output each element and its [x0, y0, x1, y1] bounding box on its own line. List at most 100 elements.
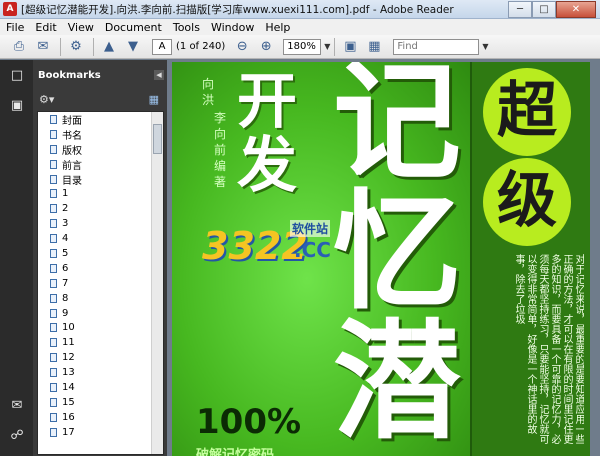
bookmark-item[interactable]: 14 — [38, 380, 163, 395]
cover-side-text: 对于记忆来说，最重要的是要知道应用一些正确的方法，才可以在有限的时间里记住更多的… — [513, 254, 584, 444]
find-dropdown-icon[interactable]: ▼ — [482, 42, 488, 51]
find-input[interactable]: Find — [393, 38, 480, 55]
collapse-panel-icon[interactable]: ◀ — [154, 70, 164, 80]
toolbar-divider — [60, 37, 61, 56]
navigation-strip: □ ▣ ✉ ☍ — [0, 60, 33, 456]
bookmark-item[interactable]: 书名 — [38, 127, 163, 142]
bookmark-item[interactable]: 前言 — [38, 157, 163, 172]
watermark-cn: 软件站 — [290, 220, 331, 237]
menu-bar: File Edit View Document Tools Window Hel… — [0, 19, 600, 35]
bookmark-item[interactable]: 11 — [38, 335, 163, 350]
cover-bottom-text: 破解记忆密码 — [196, 448, 275, 456]
bookmark-item[interactable]: 2 — [38, 201, 163, 216]
zoom-dropdown-icon[interactable]: ▼ — [324, 42, 330, 51]
zoom-level-input[interactable]: 180% — [283, 38, 322, 55]
author-name-2: 李向前编著 — [212, 110, 228, 190]
bookmark-item[interactable]: 1 — [38, 186, 163, 201]
menu-file[interactable]: File — [6, 21, 24, 34]
collaborate-icon[interactable]: ⚙ — [65, 37, 87, 57]
scrollbar-thumb[interactable] — [153, 124, 162, 154]
minimize-button[interactable]: ─ — [508, 0, 532, 18]
page-icon — [50, 263, 57, 273]
window-title: [超级记忆潜能开发].向洪.李向前.扫描版[学习库www.xuexi111.co… — [21, 3, 454, 16]
page-icon — [50, 204, 57, 214]
bookmark-list: 封面 书名 版权 前言 目录 1 2 3 4 5 6 7 8 9 10 11 1… — [37, 111, 164, 455]
bookmark-item[interactable]: 16 — [38, 410, 163, 425]
menu-document[interactable]: Document — [105, 21, 162, 34]
page-icon — [50, 114, 57, 124]
zoom-out-icon[interactable]: ⊖ — [231, 37, 253, 57]
page-icon — [50, 368, 57, 378]
cover-percent: 100% — [196, 402, 302, 442]
author-name-1: 向洪 — [201, 77, 214, 107]
comments-icon[interactable]: ✉ — [9, 398, 25, 414]
document-scrollbar[interactable] — [592, 62, 600, 456]
page-icon — [50, 144, 57, 154]
bookmark-item[interactable]: 10 — [38, 320, 163, 335]
pages-panel-icon[interactable]: □ — [9, 68, 25, 84]
bookmark-item[interactable]: 3 — [38, 216, 163, 231]
circle-chao: 超 — [483, 68, 571, 156]
menu-tools[interactable]: Tools — [173, 21, 200, 34]
expand-bookmark-icon[interactable]: ▦ — [149, 93, 159, 106]
bookmark-item[interactable]: 目录 — [38, 172, 163, 187]
page-icon — [50, 129, 57, 139]
page-icon — [50, 382, 57, 392]
circle-ji: 级 — [483, 158, 571, 246]
menu-view[interactable]: View — [68, 21, 94, 34]
adobe-reader-icon: A — [3, 2, 17, 16]
menu-edit[interactable]: Edit — [35, 21, 56, 34]
page-icon — [50, 308, 57, 318]
bookmark-item[interactable]: 17 — [38, 425, 163, 440]
page-number-input[interactable]: A — [152, 38, 172, 55]
page-icon — [50, 353, 57, 363]
bookmark-item[interactable]: 13 — [38, 365, 163, 380]
close-button[interactable]: ✕ — [556, 0, 596, 18]
bookmark-item[interactable]: 6 — [38, 261, 163, 276]
cover-right: 超 级 对于记忆来说，最重要的是要知道应用一些正确的方法，才可以在有限的时间里记… — [470, 62, 590, 456]
menu-help[interactable]: Help — [265, 21, 290, 34]
bookmark-item[interactable]: 版权 — [38, 142, 163, 157]
toolbar-divider — [93, 37, 94, 56]
author-suffix: 编著 — [213, 159, 226, 189]
print-icon[interactable]: ⎙ — [8, 37, 30, 57]
fit-page-icon[interactable]: ▣ — [339, 37, 361, 57]
bookmarks-panel-icon[interactable]: ▣ — [9, 98, 25, 114]
cover-left: 向洪 李向前编著 开发 记忆潜 100% 破解记忆密码 3322 软件站 .CC — [172, 62, 472, 456]
bookmark-scrollbar[interactable] — [151, 112, 163, 454]
attachments-icon[interactable]: ☍ — [9, 428, 25, 444]
page-icon — [50, 159, 57, 169]
page-icon — [50, 248, 57, 258]
cover-word-qian: 潜 — [332, 308, 461, 456]
next-page-icon[interactable]: ▼ — [122, 37, 144, 57]
page-icon — [50, 174, 57, 184]
maximize-button[interactable]: □ — [532, 0, 556, 18]
menu-window[interactable]: Window — [211, 21, 254, 34]
page-icon — [50, 427, 57, 437]
bookmark-item[interactable]: 15 — [38, 395, 163, 410]
document-view[interactable]: 向洪 李向前编著 开发 记忆潜 100% 破解记忆密码 3322 软件站 .CC… — [167, 60, 600, 456]
bookmark-item[interactable]: 4 — [38, 231, 163, 246]
full-screen-icon[interactable]: ▦ — [363, 37, 385, 57]
page-count: (1 of 240) — [176, 41, 226, 52]
share-icon[interactable]: ✉ — [32, 37, 54, 57]
watermark-cc: .CC — [294, 238, 331, 262]
bookmark-item[interactable]: 5 — [38, 246, 163, 261]
page-icon — [50, 189, 57, 199]
bookmark-item[interactable]: 8 — [38, 291, 163, 306]
page-icon — [50, 397, 57, 407]
zoom-in-icon[interactable]: ⊕ — [255, 37, 277, 57]
options-gear-icon[interactable]: ⚙▾ — [39, 93, 54, 106]
page-icon — [50, 278, 57, 288]
previous-page-icon[interactable]: ▲ — [98, 37, 120, 57]
bookmark-item[interactable]: 12 — [38, 350, 163, 365]
toolbar-divider — [334, 37, 336, 56]
page-icon — [50, 338, 57, 348]
bookmark-item[interactable]: 9 — [38, 306, 163, 321]
author-name-2-text: 李向前 — [213, 111, 226, 157]
bookmark-item[interactable]: 封面 — [38, 112, 163, 127]
page-icon — [50, 412, 57, 422]
pdf-page: 向洪 李向前编著 开发 记忆潜 100% 破解记忆密码 3322 软件站 .CC… — [172, 62, 590, 456]
bookmarks-panel: Bookmarks ◀ ⚙▾ ▦ 封面 书名 版权 前言 目录 1 2 3 4 … — [33, 60, 167, 456]
bookmark-item[interactable]: 7 — [38, 276, 163, 291]
